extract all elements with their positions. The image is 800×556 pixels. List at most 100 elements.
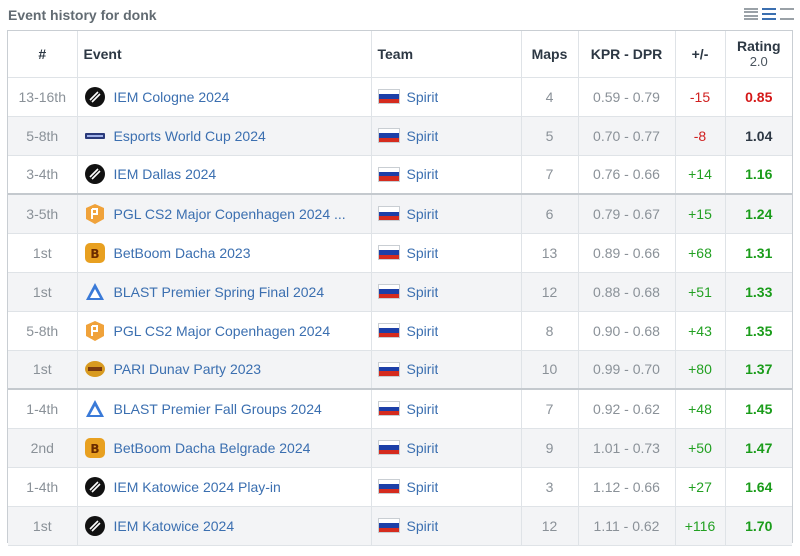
russia-flag-icon xyxy=(377,89,400,104)
event-cell: IEM Katowice 2024 Play-in xyxy=(76,467,371,507)
blast-icon xyxy=(84,281,106,303)
russia-flag-icon xyxy=(377,206,400,222)
table-row[interactable]: 1st B BetBoom Dacha 2023 Spirit 13 0.89 - 0.6… xyxy=(8,233,792,273)
iem-icon xyxy=(84,163,106,185)
pgl-icon xyxy=(84,320,106,342)
placement: 13-16th xyxy=(8,77,77,117)
event-history-table: # Event Team Maps KPR - DPR +/- Rating 2… xyxy=(7,30,793,546)
rating-value: 1.24 xyxy=(724,194,792,234)
team-link[interactable]: Spirit xyxy=(407,206,439,222)
maps-count: 8 xyxy=(520,311,578,351)
rating-value: 1.35 xyxy=(724,311,792,351)
col-header-rating[interactable]: Rating 2.0 xyxy=(724,31,792,78)
kpr-dpr: 0.70 - 0.77 xyxy=(577,116,675,156)
event-cell: IEM Katowice 2024 xyxy=(76,506,371,546)
team-link[interactable]: Spirit xyxy=(407,323,439,339)
kpr-dpr: 0.92 - 0.62 xyxy=(577,389,675,429)
team-link[interactable]: Spirit xyxy=(407,401,439,417)
rating-value: 0.85 xyxy=(724,77,792,117)
table-row[interactable]: 3-5th PGL CS2 Major Copenhagen 2024 ... Sp… xyxy=(8,194,792,234)
event-link[interactable]: BetBoom Dacha Belgrade 2024 xyxy=(114,440,311,456)
maps-count: 12 xyxy=(520,506,578,546)
event-cell: PARI Dunav Party 2023 xyxy=(76,350,371,390)
table-row[interactable]: 5-8th PGL CS2 Major Copenhagen 2024 Spirit… xyxy=(8,311,792,351)
event-link[interactable]: BLAST Premier Spring Final 2024 xyxy=(114,284,325,300)
ewc-icon xyxy=(84,125,106,147)
team-cell: Spirit xyxy=(370,155,521,195)
team-link[interactable]: Spirit xyxy=(407,245,439,261)
event-link[interactable]: IEM Cologne 2024 xyxy=(114,89,230,105)
team-cell: Spirit xyxy=(370,311,521,351)
table-row[interactable]: 1-4th BLAST Premier Fall Groups 2024 Spiri… xyxy=(8,389,792,429)
event-link[interactable]: BLAST Premier Fall Groups 2024 xyxy=(114,401,322,417)
placement: 1-4th xyxy=(8,467,77,507)
russia-flag-icon xyxy=(377,128,400,143)
rating-value: 1.70 xyxy=(724,506,792,546)
kill-diff: +116 xyxy=(674,506,725,546)
team-cell: Spirit xyxy=(370,272,521,312)
kill-diff: +27 xyxy=(674,467,725,507)
rating-value: 1.04 xyxy=(724,116,792,156)
table-row[interactable]: 5-8th Esports World Cup 2024 Spirit 5 0.70 -… xyxy=(8,116,792,156)
event-cell: IEM Dallas 2024 xyxy=(76,155,371,195)
col-header-place[interactable]: # xyxy=(8,31,77,78)
col-header-team[interactable]: Team xyxy=(370,31,521,78)
team-link[interactable]: Spirit xyxy=(407,361,439,377)
team-link[interactable]: Spirit xyxy=(407,128,439,144)
list-view-icon[interactable] xyxy=(762,7,776,21)
compact-view-icon[interactable] xyxy=(744,7,758,21)
table-row[interactable]: 1st PARI Dunav Party 2023 Spirit 10 0.99 - 0… xyxy=(8,350,792,390)
team-cell: Spirit xyxy=(370,350,521,390)
russia-flag-icon xyxy=(377,284,400,299)
event-link[interactable]: IEM Katowice 2024 Play-in xyxy=(114,479,281,495)
event-link[interactable]: IEM Dallas 2024 xyxy=(114,166,217,182)
event-link[interactable]: PGL CS2 Major Copenhagen 2024 ... xyxy=(114,206,346,222)
pari-icon xyxy=(84,358,106,380)
russia-flag-icon xyxy=(377,440,400,455)
maps-count: 6 xyxy=(520,194,578,234)
team-link[interactable]: Spirit xyxy=(407,440,439,456)
table-row[interactable]: 2nd B BetBoom Dacha Belgrade 2024 Spirit 9 1.… xyxy=(8,428,792,468)
table-row[interactable]: 1-4th IEM Katowice 2024 Play-in Spirit 3 1.1… xyxy=(8,467,792,507)
team-link[interactable]: Spirit xyxy=(407,166,439,182)
col-header-event[interactable]: Event xyxy=(76,31,371,78)
placement: 1st xyxy=(8,506,77,546)
team-link[interactable]: Spirit xyxy=(407,284,439,300)
table-header-row: # Event Team Maps KPR - DPR +/- Rating 2… xyxy=(8,31,792,78)
kpr-dpr: 0.89 - 0.66 xyxy=(577,233,675,273)
maps-count: 10 xyxy=(520,350,578,390)
event-link[interactable]: BetBoom Dacha 2023 xyxy=(114,245,251,261)
team-cell: Spirit xyxy=(370,467,521,507)
event-link[interactable]: PGL CS2 Major Copenhagen 2024 xyxy=(114,323,331,339)
team-cell: Spirit xyxy=(370,116,521,156)
event-cell: B BetBoom Dacha Belgrade 2024 xyxy=(76,428,371,468)
rating-value: 1.31 xyxy=(724,233,792,273)
col-header-diff[interactable]: +/- xyxy=(674,31,725,78)
event-cell: PGL CS2 Major Copenhagen 2024 xyxy=(76,311,371,351)
event-link[interactable]: IEM Katowice 2024 xyxy=(114,518,235,534)
table-row[interactable]: 13-16th IEM Cologne 2024 Spirit 4 0.59 - 0.7… xyxy=(8,77,792,117)
table-row[interactable]: 1st BLAST Premier Spring Final 2024 Spirit… xyxy=(8,272,792,312)
table-row[interactable]: 3-4th IEM Dallas 2024 Spirit 7 0.76 - 0.66 +1… xyxy=(8,155,792,195)
team-link[interactable]: Spirit xyxy=(407,479,439,495)
event-link[interactable]: Esports World Cup 2024 xyxy=(114,128,266,144)
col-header-kd[interactable]: KPR - DPR xyxy=(577,31,675,78)
team-link[interactable]: Spirit xyxy=(407,89,439,105)
col-header-maps[interactable]: Maps xyxy=(520,31,578,78)
betboom-icon: B xyxy=(84,437,106,459)
expanded-view-icon[interactable] xyxy=(780,7,794,21)
event-link[interactable]: PARI Dunav Party 2023 xyxy=(114,361,262,377)
russia-flag-icon xyxy=(377,245,400,260)
russia-flag-icon xyxy=(377,166,400,182)
team-link[interactable]: Spirit xyxy=(407,518,439,534)
rating-value: 1.45 xyxy=(724,389,792,429)
rating-value: 1.64 xyxy=(724,467,792,507)
maps-count: 12 xyxy=(520,272,578,312)
kill-diff: +14 xyxy=(674,155,725,195)
table-row[interactable]: 1st IEM Katowice 2024 Spirit 12 1.11 - 0.62 +… xyxy=(8,506,792,546)
maps-count: 3 xyxy=(520,467,578,507)
russia-flag-icon xyxy=(377,518,400,533)
event-cell: B BetBoom Dacha 2023 xyxy=(76,233,371,273)
rating-value: 1.47 xyxy=(724,428,792,468)
kpr-dpr: 0.88 - 0.68 xyxy=(577,272,675,312)
